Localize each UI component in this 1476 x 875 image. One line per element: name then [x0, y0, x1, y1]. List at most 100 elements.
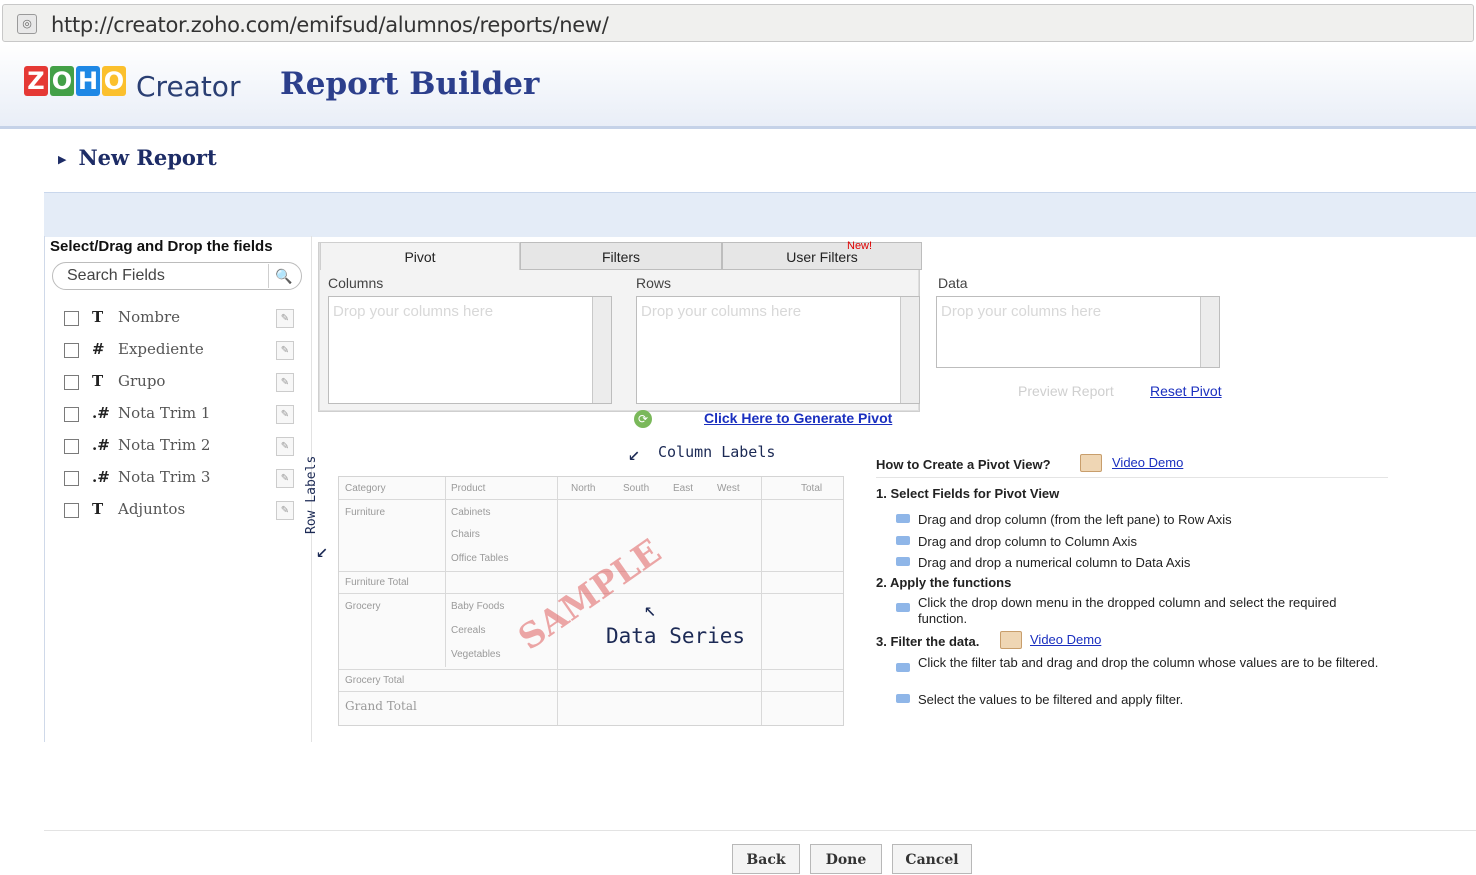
- field-name: Nota Trim 3: [118, 468, 211, 486]
- sample-header: West: [717, 483, 740, 494]
- help-step-2: 2. Apply the functions: [876, 575, 1012, 590]
- field-checkbox[interactable]: [64, 471, 79, 486]
- scrollbar[interactable]: [900, 297, 919, 403]
- data-drop-placeholder: Drop your columns here: [941, 303, 1102, 320]
- field-name: Nota Trim 2: [118, 436, 211, 454]
- field-row[interactable]: .# Nota Trim 3 ✎: [64, 468, 300, 492]
- refresh-icon[interactable]: ⟳: [634, 410, 652, 428]
- search-icon[interactable]: 🔍: [268, 264, 299, 288]
- url-text[interactable]: http://creator.zoho.com/emifsud/alumnos/…: [51, 13, 609, 37]
- edit-field-icon[interactable]: ✎: [276, 501, 294, 520]
- help-item: Click the filter tab and drag and drop t…: [918, 655, 1379, 670]
- bullet-arrow-icon: [896, 536, 910, 545]
- sample-row: Cereals: [451, 625, 486, 636]
- field-row[interactable]: # Expediente ✎: [64, 340, 300, 364]
- zoho-logo-z: Z: [24, 66, 48, 96]
- field-checkbox[interactable]: [64, 311, 79, 326]
- columns-drop-zone[interactable]: Drop your columns here: [328, 296, 612, 404]
- field-row[interactable]: T Grupo ✎: [64, 372, 300, 396]
- video-demo-link[interactable]: Video Demo: [1030, 632, 1101, 647]
- edit-field-icon[interactable]: ✎: [276, 405, 294, 424]
- generate-pivot-link[interactable]: Click Here to Generate Pivot: [704, 410, 892, 426]
- decimal-type-icon: .#: [92, 436, 110, 454]
- sample-row: Grand Total: [345, 699, 417, 713]
- scrollbar[interactable]: [1200, 297, 1219, 367]
- field-checkbox[interactable]: [64, 343, 79, 358]
- columns-drop-placeholder: Drop your columns here: [333, 303, 494, 320]
- columns-label: Columns: [328, 275, 384, 291]
- field-checkbox[interactable]: [64, 503, 79, 518]
- field-name: Expediente: [118, 340, 204, 358]
- field-checkbox[interactable]: [64, 439, 79, 454]
- zoho-logo-h: H: [76, 66, 100, 96]
- field-name: Nombre: [118, 308, 181, 326]
- video-demo-link[interactable]: Video Demo: [1112, 455, 1183, 470]
- edit-field-icon[interactable]: ✎: [276, 469, 294, 488]
- video-icon[interactable]: [1080, 454, 1102, 472]
- number-type-icon: #: [92, 340, 105, 358]
- field-checkbox[interactable]: [64, 375, 79, 390]
- cancel-button[interactable]: Cancel: [892, 844, 972, 874]
- data-label: Data: [938, 275, 968, 291]
- search-placeholder: Search Fields: [67, 267, 165, 284]
- sample-row: Furniture Total: [345, 577, 409, 588]
- sample-row: Grocery: [345, 601, 381, 612]
- rows-drop-placeholder: Drop your columns here: [641, 303, 802, 320]
- help-divider: [876, 477, 1388, 478]
- sample-row: Chairs: [451, 529, 480, 540]
- expand-triangle-icon: ▶: [58, 153, 67, 166]
- decimal-type-icon: .#: [92, 404, 110, 422]
- report-heading-label: New Report: [78, 145, 217, 170]
- help-item: Select the values to be filtered and app…: [918, 692, 1184, 707]
- bullet-arrow-icon: [896, 603, 910, 612]
- help-step-1: 1. Select Fields for Pivot View: [876, 486, 1060, 501]
- field-checkbox[interactable]: [64, 407, 79, 422]
- rows-drop-zone[interactable]: Drop your columns here: [636, 296, 920, 404]
- reset-pivot-link[interactable]: Reset Pivot: [1150, 383, 1222, 399]
- tab-filters[interactable]: Filters: [520, 242, 722, 270]
- help-title: How to Create a Pivot View?: [876, 457, 1051, 472]
- preview-report-button[interactable]: Preview Report: [1018, 383, 1114, 399]
- data-arrow-icon: ↖: [644, 597, 657, 621]
- field-row[interactable]: .# Nota Trim 1 ✎: [64, 404, 300, 428]
- decimal-type-icon: .#: [92, 468, 110, 486]
- sample-header: Category: [345, 483, 386, 494]
- tab-pivot[interactable]: Pivot: [320, 242, 520, 270]
- video-icon[interactable]: [1000, 631, 1022, 649]
- data-series-note: Data Series: [606, 624, 746, 648]
- sample-row: Office Tables: [451, 553, 509, 564]
- sample-row: Grocery Total: [345, 675, 405, 686]
- bullet-arrow-icon: [896, 557, 910, 566]
- back-button[interactable]: Back: [732, 844, 800, 874]
- scrollbar[interactable]: [592, 297, 611, 403]
- zoho-logo-o: O: [50, 66, 74, 96]
- page-title: Report Builder: [280, 66, 540, 102]
- done-button[interactable]: Done: [810, 844, 882, 874]
- field-name: Grupo: [118, 372, 166, 390]
- site-info-icon[interactable]: ◎: [17, 14, 37, 34]
- search-fields-input[interactable]: Search Fields 🔍: [52, 262, 302, 290]
- text-type-icon: T: [92, 500, 104, 518]
- tab-user-filters[interactable]: User Filters New!: [722, 240, 922, 270]
- help-item: Click the drop down menu in the dropped …: [918, 595, 1337, 626]
- bullet-arrow-icon: [896, 663, 910, 672]
- report-heading: ▶ New Report: [58, 145, 217, 170]
- edit-field-icon[interactable]: ✎: [276, 437, 294, 456]
- sample-header: South: [623, 483, 650, 494]
- sample-header: North: [571, 483, 596, 494]
- product-name: Creator: [136, 70, 241, 103]
- edit-field-icon[interactable]: ✎: [276, 309, 294, 328]
- address-bar[interactable]: ◎ http://creator.zoho.com/emifsud/alumno…: [2, 4, 1474, 42]
- edit-field-icon[interactable]: ✎: [276, 373, 294, 392]
- rows-label: Rows: [636, 275, 672, 291]
- data-drop-zone[interactable]: Drop your columns here: [936, 296, 1220, 368]
- app-header: Z O H O Creator Report Builder: [0, 44, 1476, 129]
- edit-field-icon[interactable]: ✎: [276, 341, 294, 360]
- text-type-icon: T: [92, 372, 104, 390]
- field-row[interactable]: T Adjuntos ✎: [64, 500, 300, 524]
- toolbar-band: [44, 192, 1476, 237]
- row-arrow-icon: ↙: [316, 538, 329, 562]
- help-step-3: 3. Filter the data.: [876, 634, 980, 649]
- field-row[interactable]: .# Nota Trim 2 ✎: [64, 436, 300, 460]
- field-row[interactable]: T Nombre ✎: [64, 308, 300, 332]
